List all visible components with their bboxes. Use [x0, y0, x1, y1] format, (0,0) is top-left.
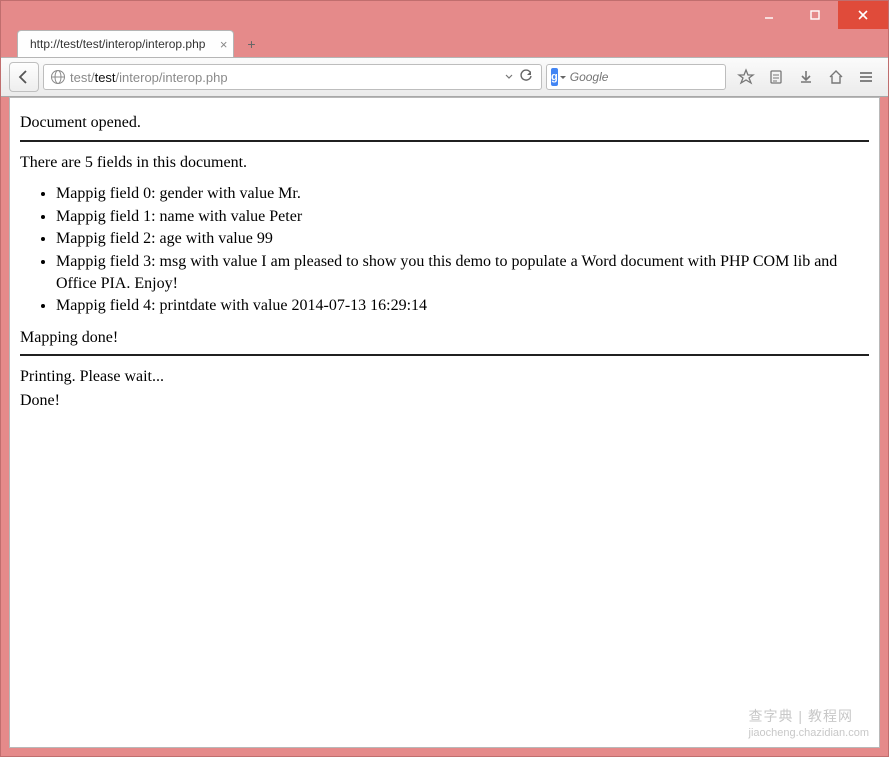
reload-button[interactable]: [519, 69, 533, 86]
navigation-toolbar: test/test/interop/interop.php g: [1, 57, 888, 97]
search-provider-icon[interactable]: g: [551, 68, 558, 86]
reload-icon: [519, 69, 533, 83]
hamburger-icon: [858, 69, 874, 85]
download-icon: [798, 69, 814, 85]
clipboard-icon: [768, 69, 784, 85]
done-text: Done!: [20, 390, 869, 412]
page-content: Document opened. There are 5 fields in t…: [9, 97, 880, 748]
window-titlebar: [1, 1, 888, 29]
watermark: 查字典 | 教程网 jiaocheng.chazidian.com: [749, 707, 869, 741]
globe-icon: [50, 69, 66, 85]
watermark-line1: 查字典 | 教程网: [749, 707, 869, 726]
list-item: Mappig field 2: age with value 99: [56, 228, 869, 250]
list-item: Mappig field 0: gender with value Mr.: [56, 183, 869, 205]
tab-close-button[interactable]: ×: [220, 37, 228, 52]
window-maximize-button[interactable]: [792, 1, 838, 29]
browser-tab[interactable]: http://test/test/interop/interop.php ×: [17, 30, 234, 57]
bookmark-button[interactable]: [732, 63, 760, 91]
downloads-button[interactable]: [792, 63, 820, 91]
toolbar-right: [730, 63, 880, 91]
search-box[interactable]: g: [546, 64, 726, 90]
doc-opened-text: Document opened.: [20, 112, 869, 134]
list-item: Mappig field 1: name with value Peter: [56, 206, 869, 228]
maximize-icon: [809, 9, 821, 21]
fields-list: Mappig field 0: gender with value Mr. Ma…: [56, 183, 869, 317]
history-dropdown-button[interactable]: [505, 70, 513, 84]
browser-window: http://test/test/interop/interop.php × +…: [0, 0, 889, 757]
minimize-icon: [763, 9, 775, 21]
watermark-line2: jiaocheng.chazidian.com: [749, 726, 869, 741]
window-close-button[interactable]: [838, 1, 888, 29]
reader-button[interactable]: [762, 63, 790, 91]
menu-button[interactable]: [852, 63, 880, 91]
home-icon: [828, 69, 844, 85]
divider-2: [20, 354, 869, 356]
url-prefix: test/: [70, 70, 95, 85]
search-input[interactable]: [570, 70, 727, 84]
url-host: test: [95, 70, 116, 85]
divider-1: [20, 140, 869, 142]
url-path: /interop/interop.php: [116, 70, 228, 85]
chevron-down-icon: [505, 73, 513, 81]
back-button[interactable]: [9, 62, 39, 92]
tab-strip: http://test/test/interop/interop.php × +: [1, 29, 888, 57]
address-bar[interactable]: test/test/interop/interop.php: [43, 64, 542, 90]
close-icon: [857, 9, 869, 21]
fields-intro-text: There are 5 fields in this document.: [20, 152, 869, 174]
url-controls: [505, 69, 537, 86]
back-arrow-icon: [16, 69, 32, 85]
tab-title: http://test/test/interop/interop.php: [30, 37, 205, 51]
plus-icon: +: [247, 36, 255, 52]
printing-text: Printing. Please wait...: [20, 366, 869, 388]
list-item: Mappig field 3: msg with value I am plea…: [56, 251, 869, 294]
star-icon: [737, 68, 755, 86]
new-tab-button[interactable]: +: [238, 33, 264, 55]
home-button[interactable]: [822, 63, 850, 91]
mapping-done-text: Mapping done!: [20, 327, 869, 349]
window-minimize-button[interactable]: [746, 1, 792, 29]
url-text: test/test/interop/interop.php: [70, 70, 501, 85]
list-item: Mappig field 4: printdate with value 201…: [56, 295, 869, 317]
